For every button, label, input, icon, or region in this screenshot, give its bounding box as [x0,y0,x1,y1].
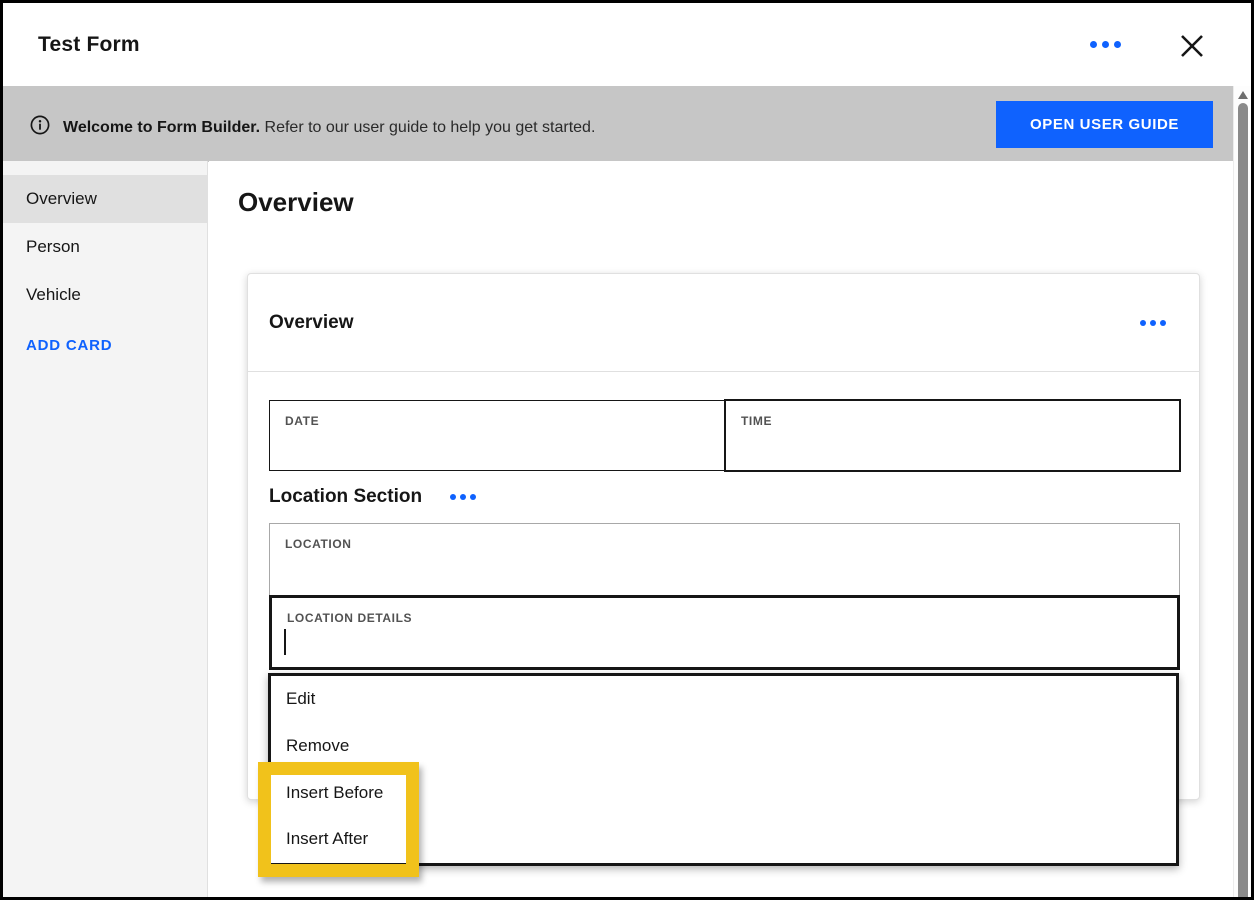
sidebar-item-person[interactable]: Person [3,223,208,271]
time-field-label: TIME [726,401,1179,428]
open-user-guide-button[interactable]: OPEN USER GUIDE [996,101,1213,148]
section-overflow-menu-icon[interactable] [450,494,476,500]
location-details-field[interactable]: LOCATION DETAILS [269,595,1180,670]
window: Test Form Welcome to Form Builder. Refer… [0,0,1254,900]
page-title: Overview [238,187,354,218]
location-details-field-label: LOCATION DETAILS [272,598,1177,625]
window-title: Test Form [38,33,140,57]
card-title: Overview [269,312,354,334]
menu-item-remove[interactable]: Remove [271,723,1176,770]
scrollbar-thumb[interactable] [1238,103,1248,897]
menu-item-insert-after[interactable]: Insert After [271,816,1176,863]
scroll-up-arrow-icon[interactable] [1238,91,1248,99]
location-field[interactable]: LOCATION [269,523,1180,596]
text-cursor [284,629,286,655]
close-icon[interactable] [1175,29,1209,63]
banner-message-bold: Welcome to Form Builder. [63,119,260,136]
sidebar-item-overview[interactable]: Overview [3,175,208,223]
overflow-menu-icon[interactable] [1090,41,1121,48]
card-overflow-menu-icon[interactable] [1140,320,1166,326]
context-menu: Edit Remove Insert Before Insert After [268,673,1179,866]
location-section-title: Location Section [269,486,422,508]
welcome-banner: Welcome to Form Builder. Refer to our us… [3,86,1233,162]
info-icon [30,115,50,135]
date-field[interactable]: DATE [269,400,725,471]
banner-message-rest: Refer to our user guide to help you get … [260,119,595,136]
date-field-label: DATE [270,401,724,428]
card-header: Overview [248,274,1199,372]
location-section-header: Location Section [269,486,476,508]
menu-item-edit[interactable]: Edit [271,676,1176,723]
menu-item-insert-before[interactable]: Insert Before [271,769,1176,816]
add-card-button[interactable]: ADD CARD [3,321,208,369]
vertical-scrollbar[interactable] [1233,86,1251,897]
location-field-label: LOCATION [270,524,1179,551]
sidebar: Overview Person Vehicle ADD CARD [3,161,208,897]
sidebar-item-vehicle[interactable]: Vehicle [3,271,208,319]
header: Test Form [3,3,1251,86]
time-field[interactable]: TIME [724,399,1181,472]
banner-message: Welcome to Form Builder. Refer to our us… [63,119,595,137]
